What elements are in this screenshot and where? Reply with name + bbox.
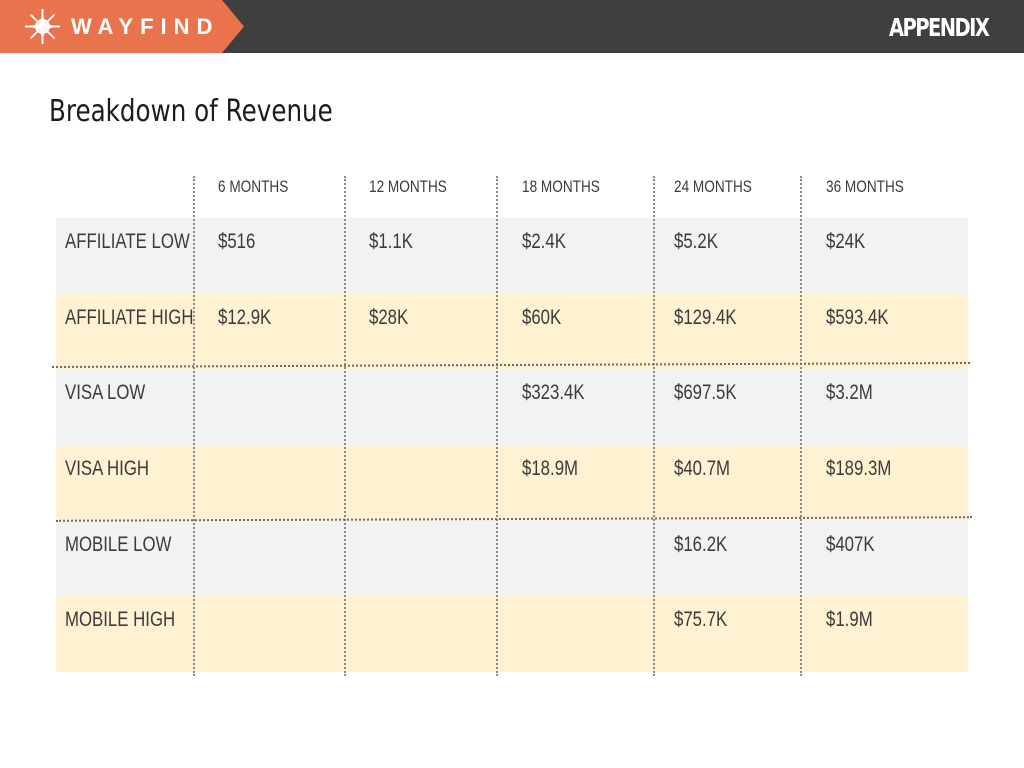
table-cell: $129.4K — [674, 306, 737, 329]
table-cell: $516 — [218, 230, 256, 253]
table-cell: $323.4K — [522, 381, 585, 404]
table-cell: $407K — [826, 533, 875, 556]
table-cell: $189.3M — [826, 457, 892, 480]
column-divider — [653, 176, 655, 676]
column-header: 12 MONTHS — [369, 177, 447, 196]
column-header: 36 MONTHS — [826, 177, 904, 196]
table-cell: $28K — [369, 306, 409, 329]
table-cell: $3.2M — [826, 381, 873, 404]
revenue-table: 6 MONTHS 12 MONTHS 18 MONTHS 24 MONTHS 3… — [0, 0, 1024, 768]
table-cell: $24K — [826, 230, 866, 253]
column-divider — [800, 176, 802, 676]
row-label: VISA LOW — [65, 381, 146, 404]
table-cell: $12.9K — [218, 306, 272, 329]
column-header: 6 MONTHS — [218, 177, 289, 196]
row-label: MOBILE HIGH — [65, 608, 176, 631]
table-cell: $1.9M — [826, 608, 873, 631]
table-cell: $60K — [522, 306, 562, 329]
row-label: MOBILE LOW — [65, 533, 172, 556]
column-header: 18 MONTHS — [522, 177, 600, 196]
table-cell: $1.1K — [369, 230, 413, 253]
row-label: VISA HIGH — [65, 457, 150, 480]
table-cell: $593.4K — [826, 306, 889, 329]
row-label: AFFILIATE HIGH — [65, 306, 194, 329]
row-label: AFFILIATE LOW — [65, 230, 190, 253]
table-cell: $40.7M — [674, 457, 731, 480]
table-cell: $18.9M — [522, 457, 579, 480]
column-divider — [496, 176, 498, 676]
table-cell: $16.2K — [674, 533, 728, 556]
table-cell: $75.7K — [674, 608, 728, 631]
table-cell: $2.4K — [522, 230, 566, 253]
column-divider — [193, 176, 195, 676]
table-cell: $697.5K — [674, 381, 737, 404]
table-cell: $5.2K — [674, 230, 718, 253]
column-divider — [344, 176, 346, 676]
column-header: 24 MONTHS — [674, 177, 752, 196]
